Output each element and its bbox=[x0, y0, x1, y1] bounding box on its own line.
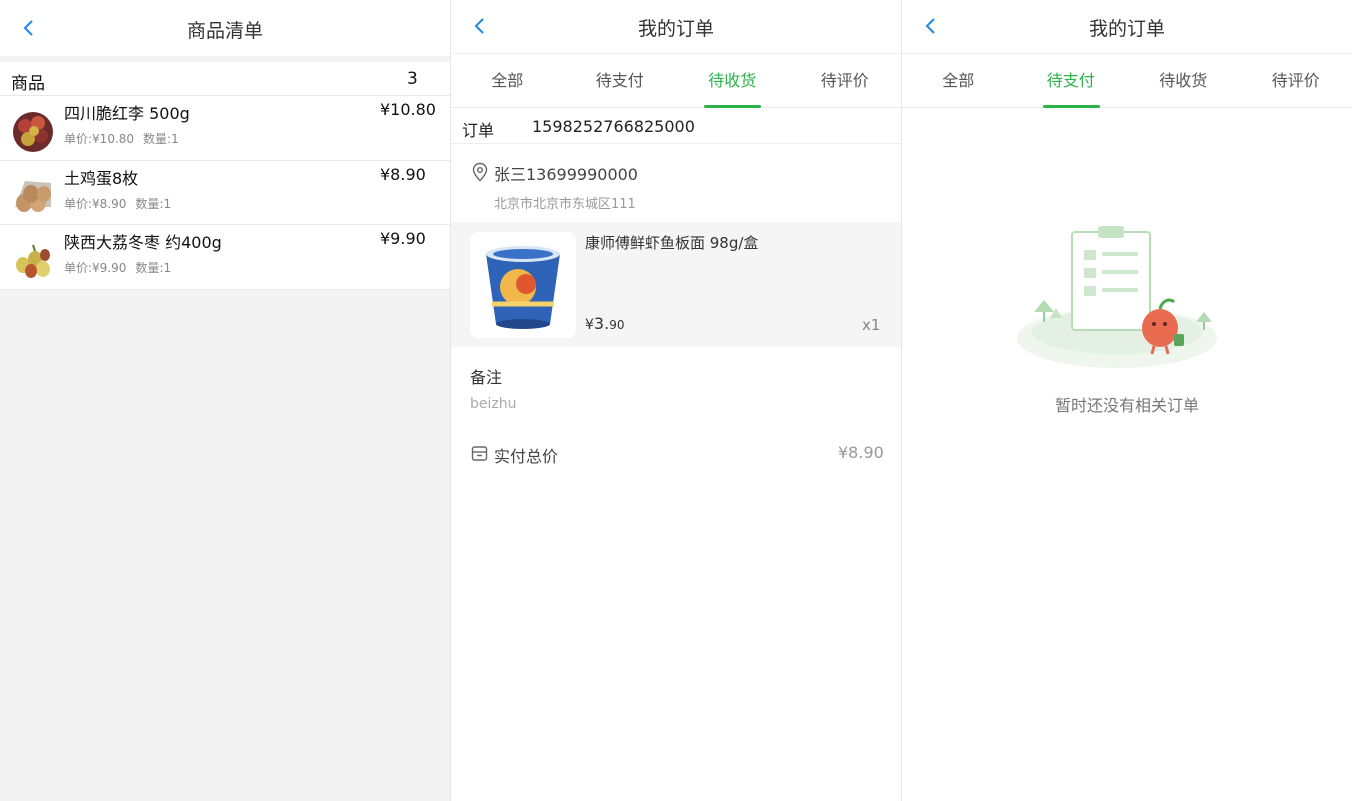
store-icon bbox=[471, 446, 488, 461]
quantity: 数量:1 bbox=[143, 132, 179, 146]
order-number-row: 订单 1598252766825000 bbox=[451, 108, 901, 144]
unit-price: 单价:¥8.90 bbox=[64, 196, 127, 211]
tab-label: 全部 bbox=[942, 71, 975, 90]
order-tabs: 全部 待支付 待收货 待评价 bbox=[451, 53, 901, 108]
goods-name: 康师傅鲜虾鱼板面 98g/盒 bbox=[585, 234, 759, 252]
goods-header: 商品 3 bbox=[0, 62, 450, 96]
quantity: 数量:1 bbox=[135, 196, 172, 211]
tab-pending-receipt[interactable]: 待收货 bbox=[1127, 54, 1240, 109]
goods-image-frame bbox=[470, 232, 576, 338]
goods-price: ¥3.90 bbox=[585, 314, 624, 333]
goods-header-label: 商品 bbox=[11, 74, 45, 94]
goods-name: 土鸡蛋8枚 bbox=[64, 168, 139, 188]
goods-price: ¥9.90 bbox=[380, 229, 426, 248]
tab-label: 待收货 bbox=[708, 71, 757, 90]
goods-price: ¥10.80 bbox=[380, 100, 436, 119]
empty-orders-panel: 我的订单 全部 待支付 待收货 待评价 暂时还没有相关订单 bbox=[902, 0, 1352, 801]
goods-quantity: x1 bbox=[862, 316, 881, 334]
recipient-address: 北京市北京市东城区111 bbox=[494, 197, 636, 212]
navbar: 我的订单 bbox=[902, 0, 1352, 53]
price-decimal: 90 bbox=[609, 318, 625, 332]
list-item[interactable]: 陕西大荔冬枣 约400g ¥9.90 单价:¥9.90 数量:1 bbox=[0, 225, 450, 290]
goods-name: 陕西大荔冬枣 约400g bbox=[64, 233, 222, 252]
tab-pending-payment[interactable]: 待支付 bbox=[1015, 54, 1128, 109]
quantity: 数量:1 bbox=[135, 261, 172, 275]
noodle-cup-image bbox=[486, 246, 560, 329]
tab-all[interactable]: 全部 bbox=[902, 54, 1015, 109]
goods-meta: 单价:¥10.80 数量:1 bbox=[64, 130, 179, 147]
list-item[interactable]: 土鸡蛋8枚 ¥8.90 单价:¥8.90 数量:1 bbox=[0, 161, 450, 225]
goods-list-panel: 商品清单 商品 3 四川脆红李 500g ¥10.80 单价:¥10.80 数量:… bbox=[0, 0, 450, 801]
tab-pending-payment[interactable]: 待支付 bbox=[564, 54, 677, 109]
jujube-image bbox=[16, 244, 50, 278]
order-number: 1598252766825000 bbox=[532, 117, 695, 136]
empty-state-text: 暂时还没有相关订单 bbox=[1054, 396, 1199, 415]
order-detail-panel: 我的订单 全部 待支付 待收货 待评价 订单 1598252766825000 … bbox=[451, 0, 901, 801]
goods-meta: 单价:¥9.90 数量:1 bbox=[64, 259, 171, 276]
tab-label: 待支付 bbox=[1046, 71, 1095, 90]
goods-meta: 单价:¥8.90 数量:1 bbox=[64, 195, 171, 212]
page-title: 商品清单 bbox=[186, 20, 263, 42]
empty-orders-illustration bbox=[1017, 226, 1217, 368]
tab-pending-review[interactable]: 待评价 bbox=[1240, 54, 1353, 109]
tab-label: 待支付 bbox=[595, 71, 644, 90]
total-label: 实付总价 bbox=[494, 447, 559, 466]
tab-pending-receipt[interactable]: 待收货 bbox=[676, 54, 789, 109]
order-goods-item[interactable]: 康师傅鲜虾鱼板面 98g/盒 ¥3.90 x1 bbox=[451, 222, 901, 347]
price-integer: 3. bbox=[593, 314, 610, 333]
tab-all[interactable]: 全部 bbox=[451, 54, 564, 109]
remark-label: 备注 bbox=[470, 368, 503, 387]
list-item[interactable]: 四川脆红李 500g ¥10.80 单价:¥10.80 数量:1 bbox=[0, 96, 450, 161]
tab-label: 待评价 bbox=[820, 71, 869, 90]
total-value: ¥8.90 bbox=[838, 443, 884, 462]
remark-value: beizhu bbox=[470, 396, 517, 412]
goods-list: 四川脆红李 500g ¥10.80 单价:¥10.80 数量:1 土鸡蛋8枚 ¥8… bbox=[0, 96, 450, 290]
navbar: 我的订单 bbox=[451, 0, 901, 53]
goods-count: 3 bbox=[407, 69, 418, 89]
navbar: 商品清单 bbox=[0, 0, 450, 56]
tab-label: 全部 bbox=[491, 71, 524, 90]
goods-name: 四川脆红李 500g bbox=[64, 104, 190, 123]
page-title: 我的订单 bbox=[637, 18, 714, 40]
order-label: 订单 bbox=[462, 121, 495, 140]
goods-price: ¥8.90 bbox=[380, 164, 426, 184]
tab-label: 待评价 bbox=[1271, 71, 1320, 90]
plum-image bbox=[13, 112, 53, 152]
recipient-name-phone: 张三13699990000 bbox=[494, 165, 638, 184]
location-pin-icon bbox=[472, 162, 488, 182]
active-tab-indicator bbox=[1042, 105, 1100, 108]
tab-label: 待收货 bbox=[1159, 71, 1208, 90]
eggs-image bbox=[15, 180, 51, 212]
unit-price: 单价:¥10.80 bbox=[64, 132, 135, 146]
unit-price: 单价:¥9.90 bbox=[64, 261, 127, 275]
page-title: 我的订单 bbox=[1088, 18, 1165, 40]
tab-pending-review[interactable]: 待评价 bbox=[789, 54, 902, 109]
price-currency: ¥ bbox=[585, 317, 594, 333]
order-tabs: 全部 待支付 待收货 待评价 bbox=[902, 53, 1352, 108]
